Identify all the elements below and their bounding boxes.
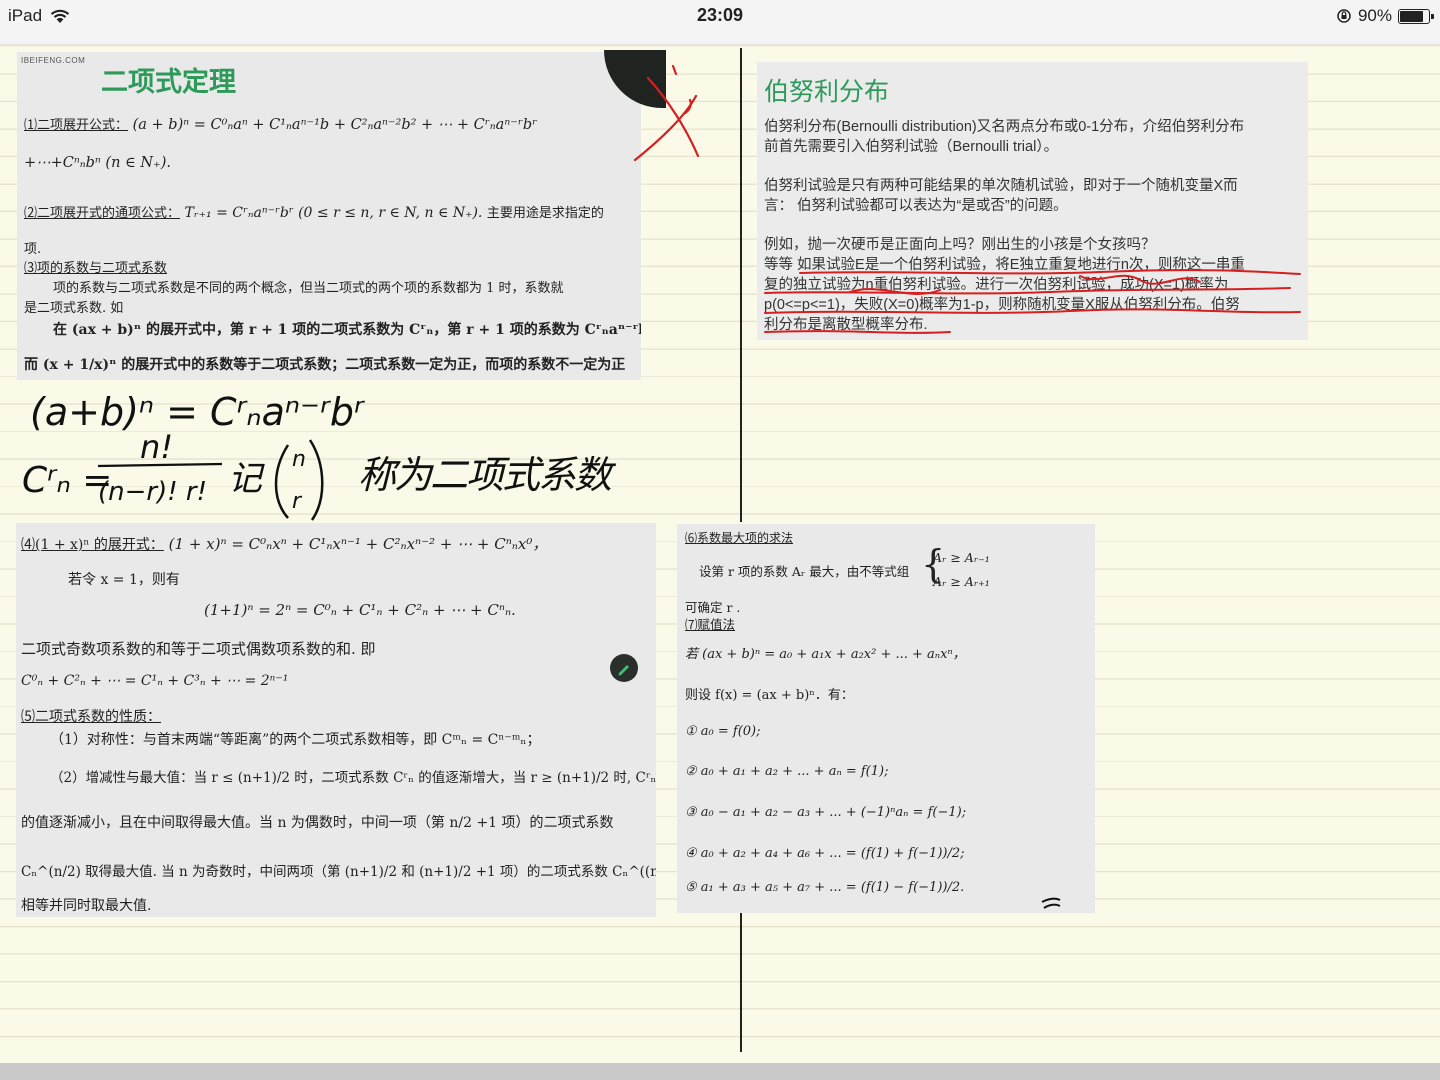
max-coef-heading: ⑹系数最大项的求法 <box>685 531 794 545</box>
bernoulli-para3-line2: 等等 如果试验E是一个伯努利试验，将E独立重复地进行n次，则称这一串重 <box>764 257 1245 273</box>
property-max-text: 相等并同时取最大值. <box>21 898 152 914</box>
property-symmetry: （1）对称性：与首末两端“等距离”的两个二项式系数相等，即 Cᵐₙ = Cⁿ⁻ᵐ… <box>50 732 541 748</box>
general-term-line: ⑵二项展开式的通项公式： Tᵣ₊₁ = Cʳₙaⁿ⁻ʳbʳ (0 ≤ r ≤ n… <box>24 202 604 221</box>
assignment-define-f: 则设 f(x) = (ax + b)ⁿ．有： <box>685 688 854 703</box>
assignment-item-4: ④ a₀ + a₂ + a₄ + a₆ + ... = (f(1) + f(−1… <box>685 846 965 861</box>
binomial-coefficient-clip[interactable]: ⑷(1 + x)ⁿ 的展开式： (1 + x)ⁿ = C⁰ₙxⁿ + C¹ₙxⁿ… <box>16 523 656 917</box>
expansion-1px-label: ⑷(1 + x)ⁿ 的展开式： <box>21 537 164 553</box>
odd-even-text: 二项式奇数项系数的和等于二项式偶数项系数的和. 即 <box>21 640 376 658</box>
coefficient-example-1: 在 (ax + b)ⁿ 的展开式中，第 r + 1 项的二项式系数为 Cʳₙ，第… <box>53 322 641 338</box>
coefficient-example-2: 而 (x + 1/x)ⁿ 的展开式中的系数等于二项式系数；二项式系数一定为正，而… <box>24 357 626 373</box>
general-term-label: ⑵二项展开式的通项公式： <box>24 206 181 221</box>
property-middle-odd: Cₙ^(n/2) 取得最大值. 当 n 为奇数时，中间两项（第 (n+1)/2 … <box>21 864 656 880</box>
column-divider-upper <box>740 48 742 522</box>
orientation-lock-icon <box>1337 9 1351 23</box>
inequality-2: Aᵣ ≥ Aᵣ₊₁ <box>933 574 990 589</box>
status-right: 90% <box>1336 6 1434 26</box>
battery-icon <box>1398 8 1434 24</box>
expansion-formula-line: ⑴二项展开公式： (a + b)ⁿ = C⁰ₙaⁿ + C¹ₙaⁿ⁻¹b + C… <box>24 114 537 133</box>
expansion-1px-line: ⑷(1 + x)ⁿ 的展开式： (1 + x)ⁿ = C⁰ₙxⁿ + C¹ₙxⁿ… <box>21 533 547 554</box>
expansion-1px-formula: (1 + x)ⁿ = C⁰ₙxⁿ + C¹ₙxⁿ⁻¹ + C²ₙxⁿ⁻² + ⋯… <box>168 535 548 553</box>
assignment-item-5: ⑤ a₁ + a₃ + a₅ + a₇ + ... = (f(1) − f(−1… <box>685 880 965 895</box>
bernoulli-para1-line1: 伯努利分布(Bernoulli distribution)又名两点分布或0-1分… <box>764 119 1245 135</box>
binomial-theorem-clip[interactable]: IBEIFENG.COM 二项式定理 ⑴二项展开公式： (a + b)ⁿ = C… <box>17 52 641 380</box>
inequality-1: Aᵣ ≥ Aᵣ₋₁ <box>933 550 990 565</box>
bernoulli-para2-line1: 伯努利试验是只有两种可能结果的单次随机试验，即对于一个随机变量X而 <box>764 178 1238 194</box>
assignment-expansion: 若 (ax + b)ⁿ = a₀ + a₁x + a₂x² + ... + aₙ… <box>685 647 966 662</box>
assignment-heading: ⑺赋值法 <box>685 617 736 632</box>
bernoulli-para2-line2: 言： 伯努利试验都可以表达为“是或否”的问题。 <box>764 198 1068 214</box>
general-term-tail: 主要用途是求指定的 <box>486 206 604 221</box>
odd-even-formula: C⁰ₙ + C²ₙ + ⋯ = C¹ₙ + C³ₙ + ⋯ = 2ⁿ⁻¹ <box>21 673 289 689</box>
expansion-formula: (a + b)ⁿ = C⁰ₙaⁿ + C¹ₙaⁿ⁻¹b + C²ₙaⁿ⁻²b² … <box>132 117 538 133</box>
assignment-method-clip[interactable]: ⑹系数最大项的求法 设第 r 项的系数 Aᵣ 最大，由不等式组 { Aᵣ ≥ A… <box>677 524 1095 913</box>
bottom-bar <box>0 1063 1440 1080</box>
bernoulli-para3-line1: 例如，抛一次硬币是正面向上吗？刚出生的小孩是个女孩吗？ <box>764 237 1156 253</box>
bernoulli-para3-line5: 利分布是离散型概率分布. <box>764 317 928 333</box>
status-time: 23:09 <box>696 5 744 25</box>
property-monotonic: （2）增减性与最大值：当 r ≤ (n+1)/2 时，二项式系数 Cʳₙ 的值逐… <box>50 770 656 786</box>
pencil-button[interactable] <box>610 654 638 682</box>
set-x-1-text: 若令 x = 1，则有 <box>68 572 180 588</box>
property-middle-even: 的值逐渐减小，且在中间取得最大值。当 n 为偶数时，中间一项（第 n/2 +1 … <box>21 815 614 831</box>
general-term-cont: 项. <box>24 242 42 257</box>
coefficient-text-1: 项的系数与二项式系数是不同的两个概念，但当二项式的两个项的系数都为 1 时，系数… <box>53 281 564 296</box>
bernoulli-clip[interactable]: 伯努利分布 伯努利分布(Bernoulli distribution)又名两点分… <box>757 62 1308 340</box>
assignment-item-2: ② a₀ + a₁ + a₂ + ... + aₙ = f(1); <box>685 764 889 779</box>
expansion-label: ⑴二项展开公式： <box>24 118 129 133</box>
battery-percent: 90% <box>1357 6 1392 25</box>
general-term-formula: Tᵣ₊₁ = Cʳₙaⁿ⁻ʳbʳ (0 ≤ r ≤ n, r ∈ N, n ∈ … <box>184 205 483 221</box>
bernoulli-para3-line4: p(0<=p<=1)，失败(X=0)概率为1-p，则称随机变量X服从伯努利分布。… <box>764 297 1240 313</box>
column-divider-lower <box>740 912 742 1052</box>
max-coef-text: 设第 r 项的系数 Aᵣ 最大，由不等式组 <box>699 564 910 579</box>
bernoulli-title: 伯努利分布 <box>764 77 890 106</box>
clip-title: 二项式定理 <box>101 67 236 98</box>
assignment-item-3: ③ a₀ − a₁ + a₂ − a₃ + ... + (−1)ⁿaₙ = f(… <box>685 805 967 820</box>
battery-fill <box>1400 10 1424 22</box>
assignment-item-1: ① a₀ = f(0); <box>685 724 761 739</box>
properties-heading: ⑸二项式系数的性质： <box>21 709 161 725</box>
status-bar: iPad 23:09 90% <box>0 0 1440 45</box>
coefficient-heading: ⑶项的系数与二项式系数 <box>24 261 168 276</box>
coefficient-text-2: 是二项式系数. 如 <box>24 301 124 316</box>
pencil-icon <box>618 665 629 676</box>
site-logo: IBEIFENG.COM <box>21 56 86 65</box>
sum-equals-2n: (1+1)ⁿ = 2ⁿ = C⁰ₙ + C¹ₙ + C²ₙ + ⋯ + Cⁿₙ. <box>204 601 516 619</box>
bernoulli-para3-line3: 复的独立试验为n重伯努利试验。进行一次伯努利试验，成功(X=1)概率为 <box>764 277 1229 293</box>
bernoulli-para1-line2: 前首先需要引入伯努利试验（Bernoulli trial）。 <box>764 139 1059 155</box>
expansion-formula-cont: +⋯+Cⁿₙbⁿ (n ∈ N₊). <box>24 155 171 171</box>
